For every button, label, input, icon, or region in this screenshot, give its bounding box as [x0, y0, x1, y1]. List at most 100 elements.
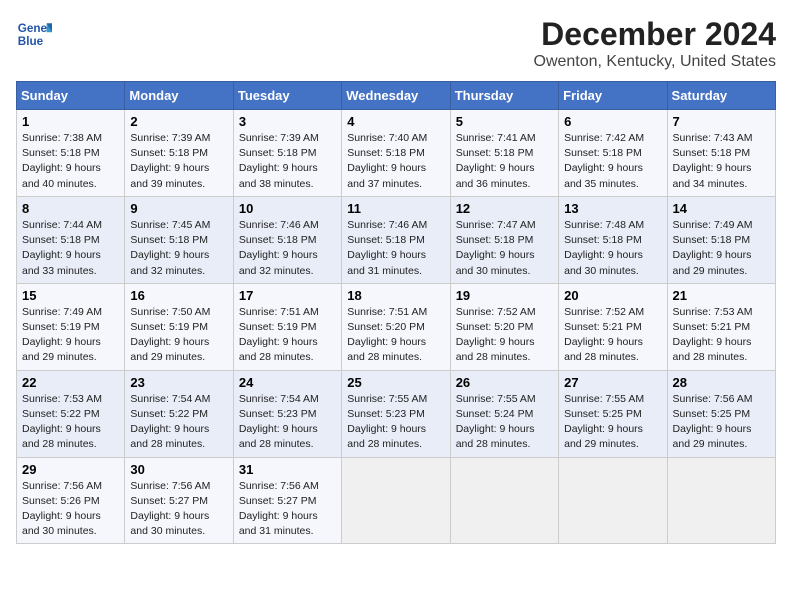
- day-number: 28: [673, 375, 770, 390]
- calendar-week-row: 15 Sunrise: 7:49 AMSunset: 5:19 PMDaylig…: [17, 283, 776, 370]
- col-thursday: Thursday: [450, 82, 558, 110]
- calendar-day-cell: 13 Sunrise: 7:48 AMSunset: 5:18 PMDaylig…: [559, 196, 667, 283]
- day-number: 16: [130, 288, 227, 303]
- day-number: 27: [564, 375, 661, 390]
- day-info: Sunrise: 7:52 AMSunset: 5:20 PMDaylight:…: [456, 306, 536, 364]
- calendar-day-cell: 27 Sunrise: 7:55 AMSunset: 5:25 PMDaylig…: [559, 370, 667, 457]
- day-number: 24: [239, 375, 336, 390]
- calendar-day-cell: 16 Sunrise: 7:50 AMSunset: 5:19 PMDaylig…: [125, 283, 233, 370]
- page-header: General Blue December 2024 Owenton, Kent…: [16, 16, 776, 71]
- day-info: Sunrise: 7:43 AMSunset: 5:18 PMDaylight:…: [673, 132, 753, 190]
- day-number: 2: [130, 114, 227, 129]
- day-number: 31: [239, 462, 336, 477]
- empty-cell: [667, 457, 775, 544]
- calendar-day-cell: 30 Sunrise: 7:56 AMSunset: 5:27 PMDaylig…: [125, 457, 233, 544]
- calendar-day-cell: 26 Sunrise: 7:55 AMSunset: 5:24 PMDaylig…: [450, 370, 558, 457]
- day-number: 15: [22, 288, 119, 303]
- day-number: 11: [347, 201, 444, 216]
- day-info: Sunrise: 7:53 AMSunset: 5:21 PMDaylight:…: [673, 306, 753, 364]
- calendar-day-cell: 5 Sunrise: 7:41 AMSunset: 5:18 PMDayligh…: [450, 110, 558, 197]
- day-info: Sunrise: 7:42 AMSunset: 5:18 PMDaylight:…: [564, 132, 644, 190]
- calendar-day-cell: 3 Sunrise: 7:39 AMSunset: 5:18 PMDayligh…: [233, 110, 341, 197]
- day-info: Sunrise: 7:40 AMSunset: 5:18 PMDaylight:…: [347, 132, 427, 190]
- day-number: 25: [347, 375, 444, 390]
- calendar-week-row: 1 Sunrise: 7:38 AMSunset: 5:18 PMDayligh…: [17, 110, 776, 197]
- day-number: 26: [456, 375, 553, 390]
- col-saturday: Saturday: [667, 82, 775, 110]
- calendar-week-row: 8 Sunrise: 7:44 AMSunset: 5:18 PMDayligh…: [17, 196, 776, 283]
- day-info: Sunrise: 7:46 AMSunset: 5:18 PMDaylight:…: [239, 219, 319, 277]
- calendar-week-row: 29 Sunrise: 7:56 AMSunset: 5:26 PMDaylig…: [17, 457, 776, 544]
- calendar-day-cell: 28 Sunrise: 7:56 AMSunset: 5:25 PMDaylig…: [667, 370, 775, 457]
- calendar-day-cell: 6 Sunrise: 7:42 AMSunset: 5:18 PMDayligh…: [559, 110, 667, 197]
- calendar-table: Sunday Monday Tuesday Wednesday Thursday…: [16, 81, 776, 544]
- day-number: 23: [130, 375, 227, 390]
- day-info: Sunrise: 7:52 AMSunset: 5:21 PMDaylight:…: [564, 306, 644, 364]
- calendar-day-cell: 9 Sunrise: 7:45 AMSunset: 5:18 PMDayligh…: [125, 196, 233, 283]
- day-number: 18: [347, 288, 444, 303]
- calendar-day-cell: 20 Sunrise: 7:52 AMSunset: 5:21 PMDaylig…: [559, 283, 667, 370]
- day-info: Sunrise: 7:38 AMSunset: 5:18 PMDaylight:…: [22, 132, 102, 190]
- calendar-day-cell: 4 Sunrise: 7:40 AMSunset: 5:18 PMDayligh…: [342, 110, 450, 197]
- day-info: Sunrise: 7:55 AMSunset: 5:25 PMDaylight:…: [564, 393, 644, 451]
- day-number: 1: [22, 114, 119, 129]
- day-number: 4: [347, 114, 444, 129]
- day-number: 9: [130, 201, 227, 216]
- day-info: Sunrise: 7:51 AMSunset: 5:19 PMDaylight:…: [239, 306, 319, 364]
- day-info: Sunrise: 7:55 AMSunset: 5:24 PMDaylight:…: [456, 393, 536, 451]
- calendar-day-cell: 1 Sunrise: 7:38 AMSunset: 5:18 PMDayligh…: [17, 110, 125, 197]
- day-info: Sunrise: 7:53 AMSunset: 5:22 PMDaylight:…: [22, 393, 102, 451]
- calendar-day-cell: 12 Sunrise: 7:47 AMSunset: 5:18 PMDaylig…: [450, 196, 558, 283]
- day-number: 5: [456, 114, 553, 129]
- day-info: Sunrise: 7:54 AMSunset: 5:23 PMDaylight:…: [239, 393, 319, 451]
- day-info: Sunrise: 7:56 AMSunset: 5:27 PMDaylight:…: [130, 480, 210, 538]
- day-info: Sunrise: 7:39 AMSunset: 5:18 PMDaylight:…: [239, 132, 319, 190]
- day-info: Sunrise: 7:54 AMSunset: 5:22 PMDaylight:…: [130, 393, 210, 451]
- calendar-day-cell: 10 Sunrise: 7:46 AMSunset: 5:18 PMDaylig…: [233, 196, 341, 283]
- day-info: Sunrise: 7:49 AMSunset: 5:18 PMDaylight:…: [673, 219, 753, 277]
- calendar-day-cell: 21 Sunrise: 7:53 AMSunset: 5:21 PMDaylig…: [667, 283, 775, 370]
- day-number: 14: [673, 201, 770, 216]
- calendar-day-cell: 14 Sunrise: 7:49 AMSunset: 5:18 PMDaylig…: [667, 196, 775, 283]
- day-info: Sunrise: 7:56 AMSunset: 5:26 PMDaylight:…: [22, 480, 102, 538]
- day-info: Sunrise: 7:45 AMSunset: 5:18 PMDaylight:…: [130, 219, 210, 277]
- calendar-day-cell: 2 Sunrise: 7:39 AMSunset: 5:18 PMDayligh…: [125, 110, 233, 197]
- col-monday: Monday: [125, 82, 233, 110]
- calendar-day-cell: 11 Sunrise: 7:46 AMSunset: 5:18 PMDaylig…: [342, 196, 450, 283]
- day-number: 30: [130, 462, 227, 477]
- day-number: 7: [673, 114, 770, 129]
- day-number: 19: [456, 288, 553, 303]
- calendar-day-cell: 15 Sunrise: 7:49 AMSunset: 5:19 PMDaylig…: [17, 283, 125, 370]
- calendar-day-cell: 25 Sunrise: 7:55 AMSunset: 5:23 PMDaylig…: [342, 370, 450, 457]
- day-info: Sunrise: 7:49 AMSunset: 5:19 PMDaylight:…: [22, 306, 102, 364]
- day-number: 6: [564, 114, 661, 129]
- empty-cell: [450, 457, 558, 544]
- day-info: Sunrise: 7:56 AMSunset: 5:27 PMDaylight:…: [239, 480, 319, 538]
- svg-text:Blue: Blue: [18, 35, 44, 48]
- empty-cell: [559, 457, 667, 544]
- page-title: December 2024: [534, 16, 777, 53]
- calendar-day-cell: 24 Sunrise: 7:54 AMSunset: 5:23 PMDaylig…: [233, 370, 341, 457]
- day-number: 10: [239, 201, 336, 216]
- logo: General Blue: [16, 16, 52, 52]
- empty-cell: [342, 457, 450, 544]
- day-number: 22: [22, 375, 119, 390]
- col-friday: Friday: [559, 82, 667, 110]
- day-number: 13: [564, 201, 661, 216]
- logo-icon: General Blue: [16, 16, 52, 52]
- day-info: Sunrise: 7:47 AMSunset: 5:18 PMDaylight:…: [456, 219, 536, 277]
- calendar-day-cell: 7 Sunrise: 7:43 AMSunset: 5:18 PMDayligh…: [667, 110, 775, 197]
- day-info: Sunrise: 7:41 AMSunset: 5:18 PMDaylight:…: [456, 132, 536, 190]
- day-number: 17: [239, 288, 336, 303]
- calendar-day-cell: 31 Sunrise: 7:56 AMSunset: 5:27 PMDaylig…: [233, 457, 341, 544]
- day-info: Sunrise: 7:51 AMSunset: 5:20 PMDaylight:…: [347, 306, 427, 364]
- day-info: Sunrise: 7:50 AMSunset: 5:19 PMDaylight:…: [130, 306, 210, 364]
- calendar-day-cell: 19 Sunrise: 7:52 AMSunset: 5:20 PMDaylig…: [450, 283, 558, 370]
- day-number: 21: [673, 288, 770, 303]
- calendar-day-cell: 23 Sunrise: 7:54 AMSunset: 5:22 PMDaylig…: [125, 370, 233, 457]
- day-info: Sunrise: 7:56 AMSunset: 5:25 PMDaylight:…: [673, 393, 753, 451]
- day-info: Sunrise: 7:48 AMSunset: 5:18 PMDaylight:…: [564, 219, 644, 277]
- day-number: 12: [456, 201, 553, 216]
- col-wednesday: Wednesday: [342, 82, 450, 110]
- day-number: 8: [22, 201, 119, 216]
